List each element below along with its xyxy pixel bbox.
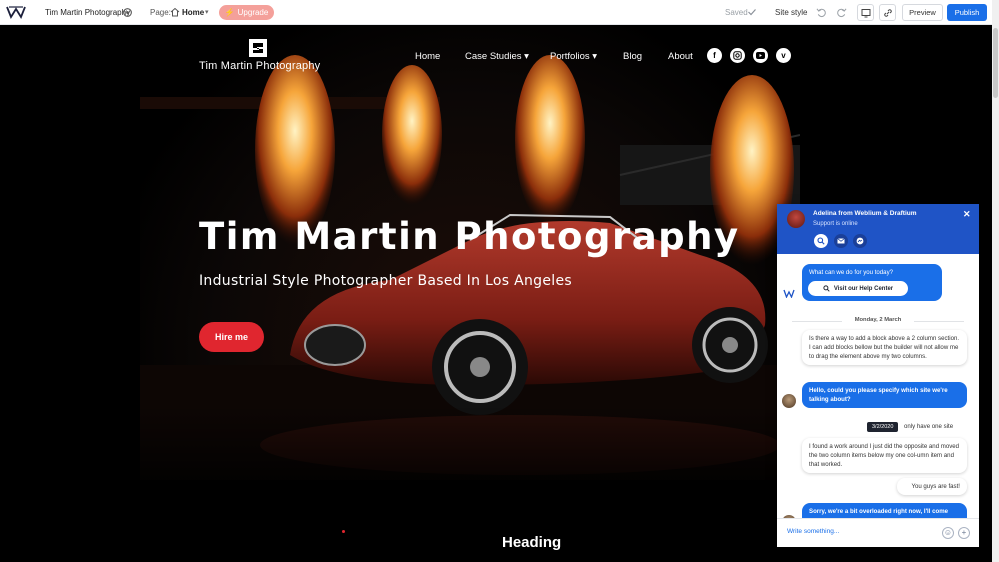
publish-button[interactable]: Publish bbox=[947, 4, 987, 21]
agent-name: Adelina from Weblium & Draftium bbox=[813, 210, 917, 217]
messenger-icon[interactable] bbox=[853, 234, 867, 248]
attach-plus-icon[interactable]: + bbox=[958, 527, 970, 539]
nav-portfolios[interactable]: Portfolios ▾ bbox=[550, 51, 597, 62]
vimeo-icon[interactable]: v bbox=[776, 48, 791, 63]
agent-avatar-small bbox=[782, 394, 796, 408]
chat-input-bar: Write something... ☺ + bbox=[777, 518, 979, 547]
check-icon bbox=[748, 9, 756, 16]
chevron-down-icon[interactable]: ▾ bbox=[205, 8, 209, 16]
nav-about[interactable]: About bbox=[668, 51, 693, 62]
page-selector[interactable]: Home bbox=[182, 8, 204, 17]
close-icon[interactable]: ✕ bbox=[963, 209, 971, 220]
user-message: only have one site bbox=[897, 418, 967, 435]
date-divider: Monday, 2 March bbox=[854, 317, 902, 323]
page-label: Page: bbox=[150, 8, 171, 17]
agent-status: Support is online bbox=[813, 221, 858, 227]
email-icon[interactable] bbox=[834, 234, 848, 248]
upgrade-label: Upgrade bbox=[237, 8, 269, 17]
chat-header: Adelina from Weblium & Draftium Support … bbox=[777, 204, 979, 254]
search-icon[interactable] bbox=[814, 234, 828, 248]
brand-logo-icon[interactable] bbox=[249, 39, 267, 57]
section-heading: Heading bbox=[502, 534, 562, 551]
divider-line bbox=[914, 321, 964, 322]
instagram-glyph-icon bbox=[733, 51, 742, 60]
preview-button[interactable]: Preview bbox=[902, 4, 943, 21]
link-icon bbox=[883, 8, 892, 17]
nav-case-studies[interactable]: Case Studies ▾ bbox=[465, 51, 529, 62]
chat-messages[interactable]: What can we do for you today? Visit our … bbox=[777, 254, 979, 518]
agent-avatar bbox=[787, 210, 805, 228]
link-button[interactable] bbox=[879, 4, 896, 21]
instagram-icon[interactable] bbox=[730, 48, 745, 63]
upgrade-button[interactable]: ⚡ Upgrade bbox=[219, 5, 274, 20]
user-message: You guys are fast! bbox=[897, 478, 967, 495]
user-message: Is there a way to add a block above a 2 … bbox=[802, 330, 967, 365]
timestamp-tooltip: 3/2/2020 bbox=[867, 422, 899, 432]
nav-blog[interactable]: Blog bbox=[623, 51, 642, 62]
youtube-glyph-icon bbox=[756, 52, 765, 59]
help-center-label: Visit our Help Center bbox=[833, 285, 894, 292]
welcome-text: What can we do for you today? bbox=[809, 269, 894, 276]
weblium-logo-icon[interactable] bbox=[6, 5, 26, 19]
scrollbar-thumb[interactable] bbox=[993, 28, 998, 98]
search-icon bbox=[823, 285, 830, 292]
site-name[interactable]: Tim Martin Photography bbox=[45, 8, 130, 17]
hero-subtitle: Industrial Style Photographer Based In L… bbox=[199, 273, 572, 289]
home-icon bbox=[170, 7, 180, 17]
hero-title: Tim Martin Photography bbox=[199, 215, 740, 258]
redo-icon[interactable] bbox=[836, 7, 847, 18]
hire-me-button[interactable]: Hire me bbox=[199, 322, 264, 352]
undo-icon[interactable] bbox=[816, 7, 827, 18]
saved-status: Saved bbox=[725, 8, 748, 17]
chat-input[interactable]: Write something... bbox=[787, 528, 839, 535]
facebook-icon[interactable]: f bbox=[707, 48, 722, 63]
support-chat-widget[interactable]: Adelina from Weblium & Draftium Support … bbox=[777, 204, 979, 547]
emoji-icon[interactable]: ☺ bbox=[942, 527, 954, 539]
help-center-button[interactable]: Visit our Help Center bbox=[808, 281, 908, 296]
user-message: I found a work around I just did the opp… bbox=[802, 438, 967, 473]
brand-name[interactable]: Tim Martin Photography bbox=[199, 60, 320, 72]
site-style-button[interactable]: Site style bbox=[775, 8, 807, 17]
lightning-icon: ⚡ bbox=[224, 8, 235, 17]
editor-toolbar: Tim Martin Photography Page: Home ▾ ⚡ Up… bbox=[0, 0, 992, 25]
agent-message: Sorry, we're a bit overloaded right now,… bbox=[802, 503, 967, 518]
nav-home[interactable]: Home bbox=[415, 51, 440, 62]
weblium-bot-icon bbox=[783, 289, 795, 298]
monitor-icon bbox=[861, 8, 870, 17]
device-preview-button[interactable] bbox=[857, 4, 874, 21]
agent-message: Hello, could you please specify which si… bbox=[802, 382, 967, 408]
decorative-dot bbox=[342, 530, 345, 533]
youtube-icon[interactable] bbox=[753, 48, 768, 63]
settings-gear-icon[interactable] bbox=[122, 7, 133, 18]
